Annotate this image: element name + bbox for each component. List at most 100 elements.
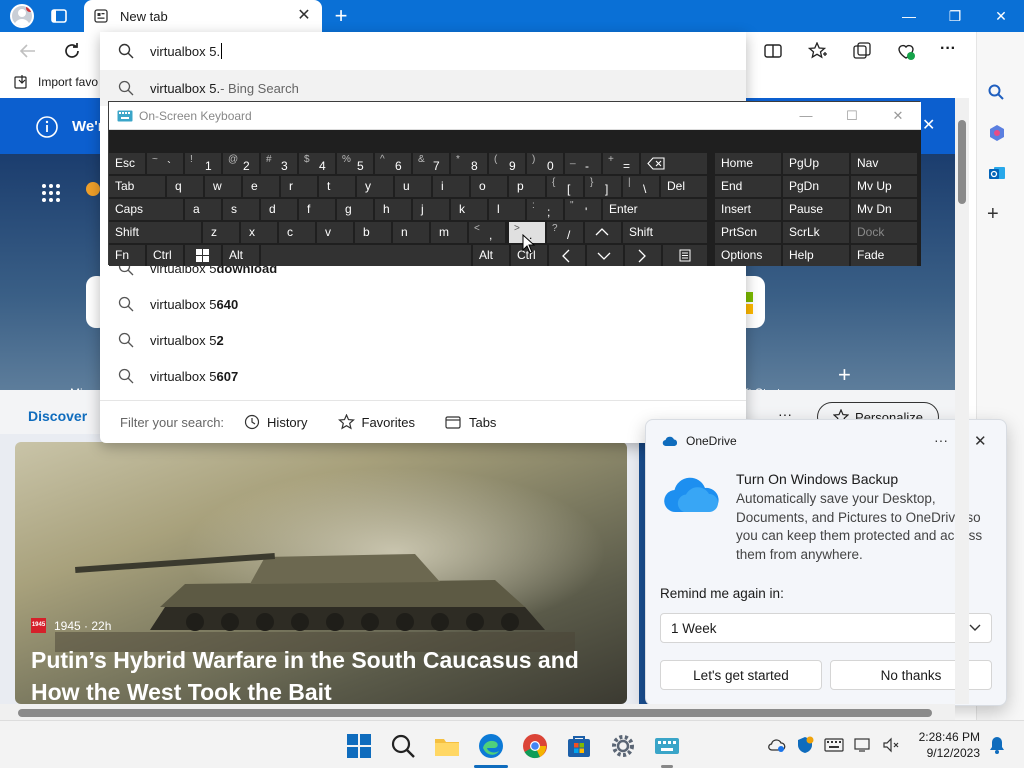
key-backtick[interactable]: ~ ` xyxy=(147,153,183,174)
key-y[interactable]: y xyxy=(357,176,393,197)
notification-more-icon[interactable]: ··· xyxy=(934,432,948,448)
key-slash[interactable]: ? / xyxy=(547,222,583,243)
key-alt-right[interactable]: Alt xyxy=(473,245,509,266)
key-g[interactable]: g xyxy=(337,199,373,220)
key-windows[interactable] xyxy=(185,245,221,266)
lets-get-started-button[interactable]: Let's get started xyxy=(660,660,822,690)
close-window-button[interactable]: ✕ xyxy=(978,0,1024,32)
key-pause[interactable]: Pause xyxy=(783,199,849,220)
tab-close-icon[interactable]: ✕ xyxy=(296,8,312,24)
taskbar-clock[interactable]: 2:28:46 PM 9/12/2023 xyxy=(916,729,980,761)
key-nav[interactable]: Nav xyxy=(851,153,917,174)
key-equals[interactable]: + = xyxy=(603,153,639,174)
key-semicolon[interactable]: :; xyxy=(527,199,563,220)
settings-more-icon[interactable]: ··· xyxy=(940,40,956,58)
key-left-arrow[interactable] xyxy=(549,245,585,266)
key-pgdn[interactable]: PgDn xyxy=(783,176,849,197)
suggestion-item[interactable]: virtualbox 5 607 xyxy=(100,358,746,394)
key-fade[interactable]: Fade xyxy=(851,245,917,266)
notification-bell-icon[interactable] xyxy=(989,736,1005,754)
edge-browser-icon[interactable] xyxy=(478,733,504,759)
key-s[interactable]: s xyxy=(223,199,259,220)
minimize-button[interactable]: — xyxy=(886,0,932,32)
microsoft-store-icon[interactable] xyxy=(566,733,592,759)
start-windows-icon[interactable] xyxy=(346,733,372,759)
key-7[interactable]: & 7 xyxy=(413,153,449,174)
key-options[interactable]: Options xyxy=(715,245,781,266)
key-w[interactable]: w xyxy=(205,176,241,197)
key-menu[interactable] xyxy=(663,245,707,266)
taskbar-search-icon[interactable] xyxy=(390,733,416,759)
volume-muted-icon[interactable] xyxy=(882,737,900,753)
key-f[interactable]: f xyxy=(299,199,335,220)
tab-discover[interactable]: Discover xyxy=(28,408,87,424)
key-backslash[interactable]: | \ xyxy=(623,176,659,197)
settings-gear-icon[interactable] xyxy=(610,733,636,759)
key-mvdn[interactable]: Mv Dn xyxy=(851,199,917,220)
horizontal-scroll-thumb[interactable] xyxy=(18,709,932,717)
key-j[interactable]: j xyxy=(413,199,449,220)
key-space[interactable] xyxy=(261,245,471,266)
key-9[interactable]: (9 xyxy=(489,153,525,174)
filter-favorites-button[interactable]: Favorites xyxy=(337,414,415,430)
new-tab-button[interactable]: + xyxy=(330,5,352,27)
key-x[interactable]: x xyxy=(241,222,277,243)
refresh-icon[interactable] xyxy=(62,41,82,61)
key-8[interactable]: * 8 xyxy=(451,153,487,174)
sidebar-outlook-icon[interactable] xyxy=(988,164,1006,182)
key-down-arrow[interactable] xyxy=(587,245,623,266)
key-up-arrow[interactable] xyxy=(585,222,621,243)
key-dock[interactable]: Dock xyxy=(851,222,917,243)
key-shift-left[interactable]: Shift xyxy=(109,222,201,243)
key-t[interactable]: t xyxy=(319,176,355,197)
key-insert[interactable]: Insert xyxy=(715,199,781,220)
key-3[interactable]: #3 xyxy=(261,153,297,174)
key-r[interactable]: r xyxy=(281,176,317,197)
key-quote[interactable]: " ' xyxy=(565,199,601,220)
key-5[interactable]: % 5 xyxy=(337,153,373,174)
key-c[interactable]: c xyxy=(279,222,315,243)
suggestion-item[interactable]: virtualbox 5 640 xyxy=(100,286,746,322)
banner-close-icon[interactable]: ✕ xyxy=(922,115,935,135)
key-k[interactable]: k xyxy=(451,199,487,220)
key-enter[interactable]: Enter xyxy=(603,199,707,220)
news-card[interactable]: 1945 1945 · 22h Putin’s Hybrid Warfare i… xyxy=(15,442,627,704)
key-mvup[interactable]: Mv Up xyxy=(851,176,917,197)
key-l[interactable]: l xyxy=(489,199,525,220)
key-ctrl-left[interactable]: Ctrl xyxy=(147,245,183,266)
onedrive-tray-icon[interactable] xyxy=(768,737,786,753)
favorites-star-icon[interactable] xyxy=(808,42,828,60)
chrome-icon[interactable] xyxy=(522,733,548,759)
remind-select[interactable]: 1 Week xyxy=(660,613,992,643)
key-minus[interactable]: _ - xyxy=(565,153,601,174)
keyboard-tray-icon[interactable] xyxy=(824,738,844,752)
file-explorer-icon[interactable] xyxy=(434,733,460,759)
news-headline[interactable]: Putin’s Hybrid Warfare in the South Cauc… xyxy=(31,644,591,704)
key-m[interactable]: m xyxy=(431,222,467,243)
profile-avatar-icon[interactable] xyxy=(10,4,34,28)
key-pgup[interactable]: PgUp xyxy=(783,153,849,174)
key-o[interactable]: o xyxy=(471,176,507,197)
key-i[interactable]: i xyxy=(433,176,469,197)
key-n[interactable]: n xyxy=(393,222,429,243)
key-v[interactable]: v xyxy=(317,222,353,243)
key-0[interactable]: ) 0 xyxy=(527,153,563,174)
tab-actions-icon[interactable] xyxy=(50,7,68,25)
notification-close-icon[interactable]: ✕ xyxy=(974,432,987,450)
tab-new-tab[interactable]: New tab ✕ xyxy=(84,0,322,32)
key-lbracket[interactable]: {[ xyxy=(547,176,583,197)
suggestion-item[interactable]: virtualbox 5 2 xyxy=(100,322,746,358)
key-b[interactable]: b xyxy=(355,222,391,243)
key-end[interactable]: End xyxy=(715,176,781,197)
collections-icon[interactable] xyxy=(852,42,872,60)
osk-close-button[interactable]: ✕ xyxy=(875,108,921,124)
key-right-arrow[interactable] xyxy=(625,245,661,266)
key-p[interactable]: p xyxy=(509,176,545,197)
key-del[interactable]: Del xyxy=(661,176,707,197)
key-6[interactable]: ^ 6 xyxy=(375,153,411,174)
key-tab[interactable]: Tab xyxy=(109,176,165,197)
weather-icon[interactable] xyxy=(86,182,100,196)
key-q[interactable]: q xyxy=(167,176,203,197)
address-bar[interactable]: virtualbox 5. xyxy=(100,32,746,70)
key-1[interactable]: ! 1 xyxy=(185,153,221,174)
